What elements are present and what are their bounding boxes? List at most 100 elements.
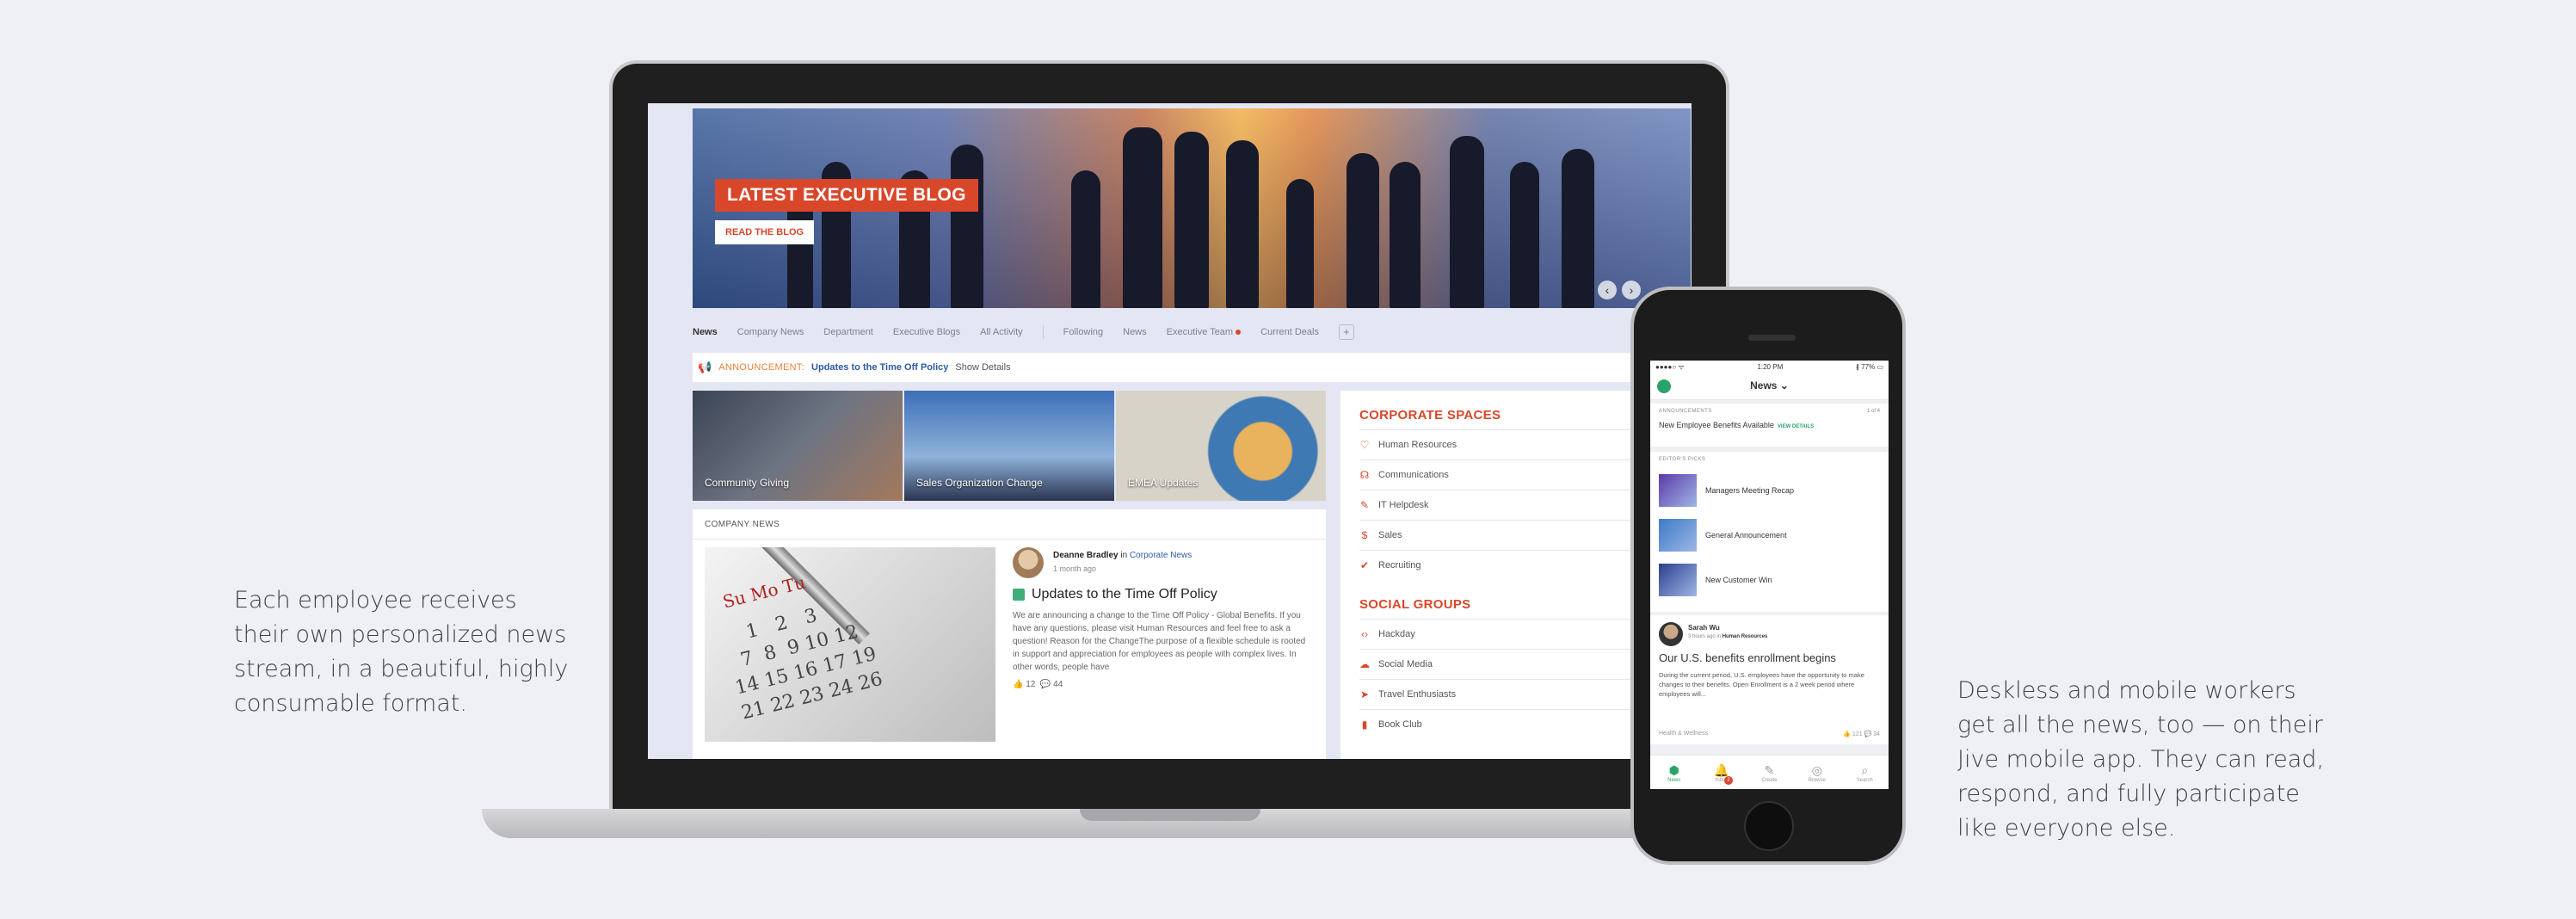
announcement-link[interactable]: Updates to the Time Off Policy xyxy=(811,362,948,373)
mobile-announcements[interactable]: ANNOUNCEMENTS 1 of 4 New Employee Benefi… xyxy=(1650,404,1889,447)
view-details-link[interactable]: VIEW DETAILS xyxy=(1778,424,1814,429)
comment-icon[interactable]: 💬 xyxy=(1040,680,1051,689)
silhouette xyxy=(1390,162,1420,308)
post-author[interactable]: Sarah Wu xyxy=(1688,624,1720,632)
pick-label: New Customer Win xyxy=(1705,576,1772,584)
post-body: We are announcing a change to the Time O… xyxy=(1013,611,1306,672)
pick-thumbnail xyxy=(1659,564,1697,596)
mobile-tab-create[interactable]: ✎ Create xyxy=(1747,762,1790,783)
hero-title: LATEST EXECUTIVE BLOG xyxy=(715,179,978,212)
megaphone-icon: 📢 xyxy=(698,361,712,373)
post-title[interactable]: Our U.S. benefits enrollment begins xyxy=(1659,651,1836,664)
hero-prev-button[interactable]: ‹ xyxy=(1598,281,1617,299)
avatar[interactable] xyxy=(1013,547,1044,578)
tab-executive-team[interactable]: Executive Team xyxy=(1167,327,1242,337)
space-label: Hackday xyxy=(1378,629,1415,639)
like-icon[interactable]: 👍 xyxy=(1013,680,1023,689)
space-icon: ✔ xyxy=(1359,559,1370,571)
tile-community-giving[interactable]: Community Giving xyxy=(693,391,903,501)
mobile-tab-inbox[interactable]: 🔔 2 Inbox xyxy=(1700,762,1743,785)
tab-executive-blogs[interactable]: Executive Blogs xyxy=(893,327,960,337)
notification-badge: 2 xyxy=(1724,775,1734,785)
space-icon: ☁ xyxy=(1359,658,1370,670)
space-label: IT Helpdesk xyxy=(1378,500,1429,510)
tab-divider xyxy=(1042,325,1044,339)
tab-news[interactable]: News xyxy=(693,327,718,337)
laptop-screen: LATEST EXECUTIVE BLOG READ THE BLOG ‹ › … xyxy=(648,103,1692,759)
editors-pick-item[interactable]: Managers Meeting Recap xyxy=(1659,474,1880,507)
tab-following[interactable]: Following xyxy=(1063,327,1103,337)
post-meta: 3 hours ago in Human Resources xyxy=(1688,634,1768,639)
space-icon: ▮ xyxy=(1361,719,1368,731)
post-tag[interactable]: Health & Wellness xyxy=(1659,731,1708,737)
space-icon: ☊ xyxy=(1359,469,1370,481)
add-tab-button[interactable]: + xyxy=(1338,324,1354,340)
hero-next-button[interactable]: › xyxy=(1622,281,1641,299)
home-button[interactable] xyxy=(1744,801,1794,851)
announcement-label: ANNOUNCEMENT: xyxy=(718,362,805,373)
post-time: 1 month ago xyxy=(1053,564,1097,573)
phone-speaker xyxy=(1748,335,1796,341)
space-label: Travel Enthusiasts xyxy=(1378,689,1457,700)
mobile-tab-label: Browse xyxy=(1808,777,1826,783)
silhouette xyxy=(1562,149,1594,308)
stream-selector[interactable]: News ⌄ xyxy=(1650,379,1889,392)
editors-pick-item[interactable]: General Announcement xyxy=(1659,519,1880,552)
calendar-image[interactable]: Su Mo Tu 1 2 3 7 8 9 10 12 14 15 16 17 1… xyxy=(705,547,995,742)
space-label: Human Resources xyxy=(1378,440,1457,450)
editors-pick-item[interactable]: New Customer Win xyxy=(1659,564,1880,596)
tile-sales-org-change[interactable]: Sales Organization Change xyxy=(904,391,1114,501)
tab-department[interactable]: Department xyxy=(823,327,872,337)
post-title[interactable]: Updates to the Time Off Policy xyxy=(1032,587,1217,602)
mobile-tab-browse[interactable]: ◎ Browse xyxy=(1796,762,1839,783)
silhouette xyxy=(1347,153,1379,308)
tab-news-2[interactable]: News xyxy=(1123,327,1147,337)
pick-label: Managers Meeting Recap xyxy=(1705,486,1795,495)
company-news-header: COMPANY NEWS xyxy=(705,520,780,529)
show-details-link[interactable]: Show Details xyxy=(955,362,1010,373)
tile-emea-updates[interactable]: EMEA Updates xyxy=(1116,391,1326,501)
silhouette xyxy=(1174,132,1209,308)
mobile-tab-search[interactable]: ⌕ Search xyxy=(1843,762,1886,783)
post-author: Deanne Bradley in Corporate News xyxy=(1053,551,1192,560)
silhouette xyxy=(1450,136,1484,308)
tab-current-deals[interactable]: Current Deals xyxy=(1260,327,1319,337)
pick-thumbnail xyxy=(1659,474,1697,507)
hero-banner[interactable]: LATEST EXECUTIVE BLOG READ THE BLOG ‹ › xyxy=(693,108,1691,308)
read-blog-button[interactable]: READ THE BLOG xyxy=(715,220,815,244)
space-icon: ‹› xyxy=(1361,628,1368,640)
post-stats: 👍 121 💬 34 xyxy=(1843,731,1880,737)
editors-picks: EDITOR'S PICKS Managers Meeting Recap Gen… xyxy=(1650,452,1889,612)
tab-company-news[interactable]: Company News xyxy=(737,327,804,337)
space-label: Sales xyxy=(1378,530,1402,540)
space-icon: $ xyxy=(1361,529,1368,541)
space-label: Book Club xyxy=(1378,719,1422,730)
silhouette xyxy=(1123,127,1162,308)
silhouette xyxy=(951,145,983,308)
space-label: Recruiting xyxy=(1378,560,1421,571)
company-news-panel: COMPANY NEWS Su Mo Tu 1 2 3 7 8 9 10 12 … xyxy=(693,509,1326,759)
post-stats: 👍 12 💬 44 xyxy=(1013,680,1063,689)
space-label: Social Media xyxy=(1378,659,1433,669)
status-bar: ●●●●○ ᯤ 1:20 PM ∦ 77% ▭ xyxy=(1650,361,1889,373)
mobile-post[interactable]: Sarah Wu 3 hours ago in Human Resources … xyxy=(1650,615,1889,744)
search-icon: ⌕ xyxy=(1861,762,1869,777)
avatar[interactable] xyxy=(1659,622,1683,646)
blog-post-icon xyxy=(1013,589,1025,601)
phone-screen: ●●●●○ ᯤ 1:20 PM ∦ 77% ▭ News ⌄ ANNOUNCEM… xyxy=(1650,361,1889,789)
mobile-tabbar: ⬢ News 🔔 2 Inbox ✎ Create ◎ Browse ⌕ Search xyxy=(1650,755,1889,789)
mobile-tab-label: Create xyxy=(1761,777,1778,783)
news-icon: ⬢ xyxy=(1668,762,1679,777)
mobile-tab-news[interactable]: ⬢ News xyxy=(1653,762,1696,783)
space-icon: ♡ xyxy=(1359,439,1370,451)
news-tabs: News Company News Department Executive B… xyxy=(693,317,1354,348)
right-caption: Deskless and mobile workers get all the … xyxy=(1957,677,2325,842)
tab-all-activity[interactable]: All Activity xyxy=(980,327,1023,337)
laptop-notch xyxy=(1080,809,1260,821)
pick-thumbnail xyxy=(1659,519,1697,552)
mobile-tab-label: Search xyxy=(1856,777,1873,783)
featured-tiles: Community Giving Sales Organization Chan… xyxy=(693,391,1326,501)
inbox-icon: 🔔 xyxy=(1714,762,1729,777)
browse-icon: ◎ xyxy=(1811,762,1822,777)
silhouette xyxy=(1071,170,1100,308)
